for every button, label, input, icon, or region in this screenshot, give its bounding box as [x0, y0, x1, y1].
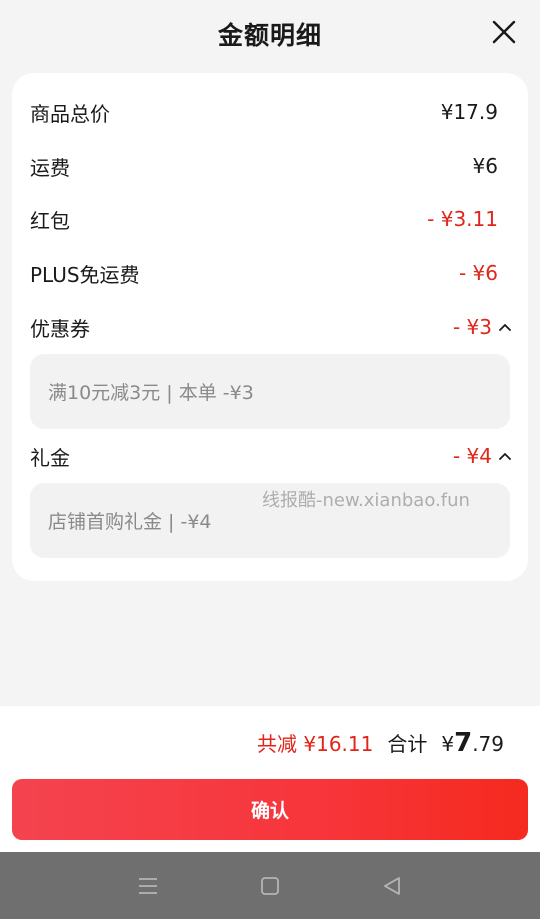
header: 金额明细 — [0, 0, 540, 68]
row-label: 商品总价 — [30, 101, 110, 126]
total-decimal: .79 — [472, 732, 504, 756]
back-triangle-icon — [384, 877, 400, 895]
close-icon — [492, 20, 516, 44]
row-amount: - ¥4 — [452, 444, 492, 468]
row-goods-total: 商品总价 ¥17.9 — [30, 97, 498, 127]
close-button[interactable] — [490, 18, 518, 46]
row-label: 红包 — [30, 208, 70, 233]
row-red-packet: 红包 - ¥3.11 — [30, 204, 498, 234]
row-amount: - ¥6 — [458, 261, 498, 285]
coupon-detail: 满10元减3元 | 本单 -¥3 — [30, 354, 510, 429]
row-label: 运费 — [30, 155, 70, 180]
total-label: 合计 — [387, 732, 428, 756]
home-nav-button[interactable] — [258, 874, 282, 898]
chevron-up-icon — [499, 324, 511, 331]
page-title: 金额明细 — [217, 21, 322, 50]
home-square-icon — [261, 877, 279, 895]
row-gift-money[interactable]: 礼金 - ¥4 — [30, 441, 512, 471]
total-amount: ¥7.79 — [441, 728, 504, 758]
total-currency: ¥ — [441, 732, 455, 756]
price-summary: 共减 ¥16.11 合计 ¥7.79 — [257, 728, 504, 758]
row-amount: ¥17.9 — [440, 100, 498, 124]
back-nav-button[interactable] — [380, 874, 404, 898]
total-saved: 共减 ¥16.11 — [257, 732, 374, 756]
row-label: 优惠券 — [30, 316, 90, 341]
row-amount: - ¥3.11 — [427, 207, 498, 231]
chevron-up-icon — [499, 453, 511, 460]
row-shipping: 运费 ¥6 — [30, 151, 498, 181]
menu-icon — [139, 878, 157, 894]
system-nav-bar — [0, 852, 540, 919]
total-integer: 7 — [454, 728, 473, 758]
row-plus-free-shipping: PLUS免运费 - ¥6 — [30, 258, 498, 288]
row-label: PLUS免运费 — [30, 262, 140, 287]
row-amount: ¥6 — [472, 154, 498, 178]
menu-nav-button[interactable] — [136, 874, 160, 898]
row-amount: - ¥3 — [452, 315, 492, 339]
row-label: 礼金 — [30, 445, 70, 470]
watermark: 线报酷-new.xianbao.fun — [262, 490, 470, 511]
row-coupon[interactable]: 优惠券 - ¥3 — [30, 312, 512, 342]
confirm-button[interactable]: 确认 — [12, 779, 528, 840]
footer: 共减 ¥16.11 合计 ¥7.79 确认 — [0, 706, 540, 852]
